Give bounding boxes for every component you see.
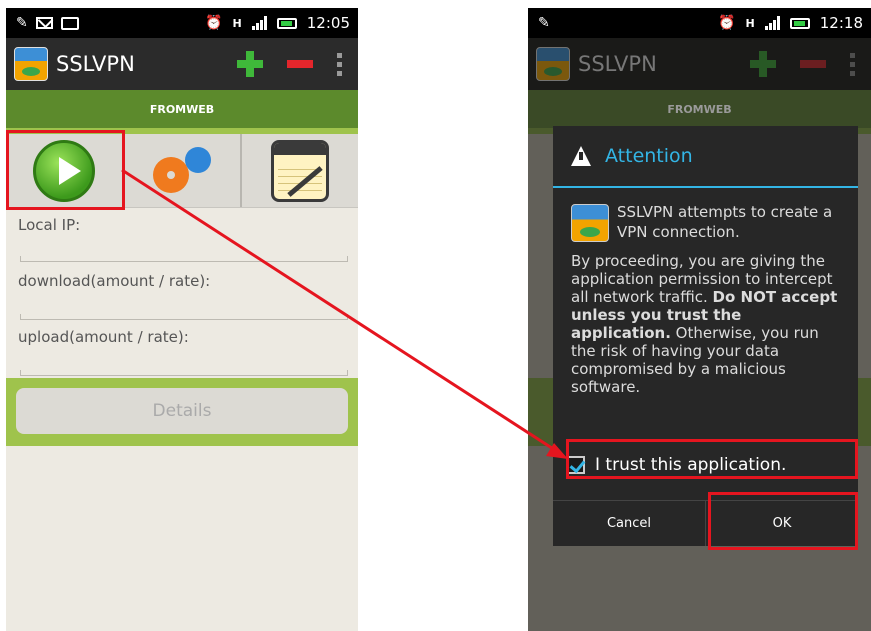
app-logo-icon: [14, 47, 48, 81]
warning-icon: [571, 146, 591, 166]
trust-checkbox-row[interactable]: I trust this application.: [567, 448, 786, 482]
details-panel: Details: [6, 378, 358, 446]
log-button[interactable]: [242, 134, 358, 207]
settings-button[interactable]: [124, 134, 242, 207]
remove-icon: [800, 60, 826, 68]
status-bar: ✎ ⏰ H 12:18: [528, 8, 871, 38]
app-logo-icon: [536, 47, 570, 81]
notification-icon: ✎: [16, 15, 28, 31]
ok-button[interactable]: OK: [705, 501, 858, 546]
camera-icon: [60, 16, 79, 30]
alarm-icon: ⏰: [205, 15, 223, 31]
alarm-icon: ⏰: [718, 15, 736, 31]
upload-field[interactable]: [20, 370, 348, 376]
battery-icon: [276, 17, 297, 29]
left-phone-screen: ✎ ⏰ H 12:05 SSLVPN FROMWEB Local IP: dow…: [6, 8, 358, 631]
network-type-label: H: [232, 16, 242, 30]
play-icon: [33, 139, 95, 202]
overflow-menu-icon: [850, 52, 855, 76]
overflow-menu-icon[interactable]: [337, 52, 342, 76]
download-label: download(amount / rate):: [18, 272, 211, 290]
add-icon[interactable]: [237, 51, 263, 77]
signal-icon: [764, 16, 780, 30]
settings-gear-icon: [147, 143, 217, 199]
app-title: SSLVPN: [578, 52, 657, 76]
remove-icon[interactable]: [287, 60, 313, 68]
tab-label: FROMWEB: [667, 102, 732, 116]
download-field[interactable]: [20, 314, 348, 320]
toolbar: [6, 134, 358, 208]
cancel-button[interactable]: Cancel: [553, 501, 705, 546]
upload-label: upload(amount / rate):: [18, 328, 189, 346]
network-type-label: H: [745, 16, 755, 30]
tab-fromweb[interactable]: FROMWEB: [6, 90, 358, 128]
app-logo-icon: [571, 204, 609, 242]
notepad-icon: [271, 139, 329, 202]
dialog-message: By proceeding, you are giving the applic…: [571, 252, 840, 396]
dialog-button-bar: Cancel OK: [553, 500, 858, 546]
right-phone-screen: ✎ ⏰ H 12:18 SSLVPN FROMWEB Attention SSL…: [528, 8, 871, 631]
action-bar: SSLVPN: [6, 38, 358, 90]
clock: 12:18: [819, 14, 863, 32]
dialog-body: SSLVPN attempts to create a VPN connecti…: [553, 188, 858, 396]
connect-button[interactable]: [6, 134, 124, 207]
dialog-title: Attention: [605, 145, 693, 167]
clock: 12:05: [306, 14, 350, 32]
action-bar: SSLVPN: [528, 38, 871, 90]
dialog-app-message: SSLVPN attempts to create a VPN connecti…: [617, 203, 833, 241]
dialog-app-row: SSLVPN attempts to create a VPN connecti…: [571, 202, 840, 242]
add-icon: [750, 51, 776, 77]
trust-checkbox-label: I trust this application.: [595, 455, 787, 475]
app-title: SSLVPN: [56, 52, 135, 76]
tab-label: FROMWEB: [149, 102, 215, 116]
vpn-permission-dialog: Attention SSLVPN attempts to create a VP…: [553, 126, 858, 546]
local-ip-label: Local IP:: [18, 216, 81, 234]
trust-checkbox[interactable]: [567, 456, 585, 474]
details-button[interactable]: Details: [16, 388, 348, 434]
signal-icon: [251, 16, 267, 30]
tab-fromweb: FROMWEB: [528, 90, 871, 128]
notification-icon: ✎: [538, 15, 550, 31]
battery-icon: [789, 17, 810, 29]
dialog-header: Attention: [553, 126, 858, 188]
mail-icon: [35, 17, 53, 29]
status-bar: ✎ ⏰ H 12:05: [6, 8, 358, 38]
local-ip-field[interactable]: [20, 256, 348, 262]
